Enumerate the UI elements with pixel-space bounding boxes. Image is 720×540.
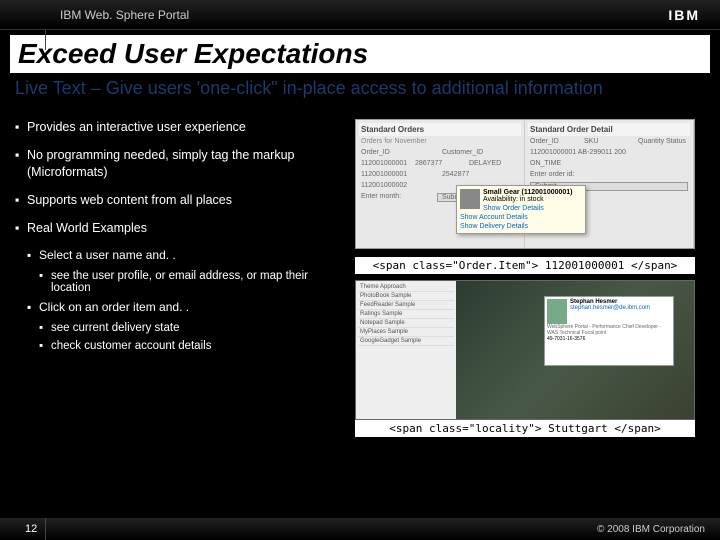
bullet: Supports web content from all places [15,192,345,208]
bullets-column: Provides an interactive user experience … [15,119,345,443]
sub-sub-bullet: check customer account details [39,340,345,352]
title-wrap: Exceed User Expectations [10,35,710,73]
person-popup: Stephan Hesmer stephan.hesmer@de.ibm.com… [544,296,674,366]
slide-header: IBM Web. Sphere Portal IBM [0,0,720,30]
gear-icon [460,189,480,209]
slide-subtitle: Live Text – Give users 'one-click" in-pl… [15,78,705,99]
code-snippet-2: <span class="locality"> Stuttgart </span… [355,420,695,437]
avatar [547,299,567,324]
tooltip-link[interactable]: Show Account Details [460,214,582,221]
orders-mockup: Standard Orders Orders for November Orde… [355,119,695,249]
sub-sub-bullet: see current delivery state [39,322,345,334]
panel-title: Standard Order Detail [528,123,690,136]
mockups-column: Standard Orders Orders for November Orde… [345,119,705,443]
bullet: Real World Examples [15,220,345,236]
sub-bullet: Select a user name and. . [27,248,345,262]
page-number: 12 [25,523,37,535]
bullet: Provides an interactive user experience [15,119,345,135]
sub-sub-bullet: see the user profile, or email address, … [39,270,345,294]
ibm-logo: IBM [668,7,700,23]
tooltip-link[interactable]: Show Delivery Details [460,223,582,230]
map-sidebar: Theme Approach PhotoBook Sample FeedRead… [356,281,456,419]
map-mockup: Theme Approach PhotoBook Sample FeedRead… [355,280,695,420]
slide-title: Exceed User Expectations [18,38,702,70]
panel-title: Standard Orders [359,123,521,136]
code-snippet-1: <span class="Order.Item"> 112001000001 <… [355,257,695,274]
sub-bullet: Click on an order item and. . [27,300,345,314]
product-tooltip: Small Gear (112001000001) Availability: … [456,185,586,234]
bullet: No programming needed, simply tag the ma… [15,147,345,180]
slide-footer: 12 © 2008 IBM Corporation [0,518,720,540]
product-name: IBM Web. Sphere Portal [60,8,189,22]
copyright: © 2008 IBM Corporation [597,524,705,535]
